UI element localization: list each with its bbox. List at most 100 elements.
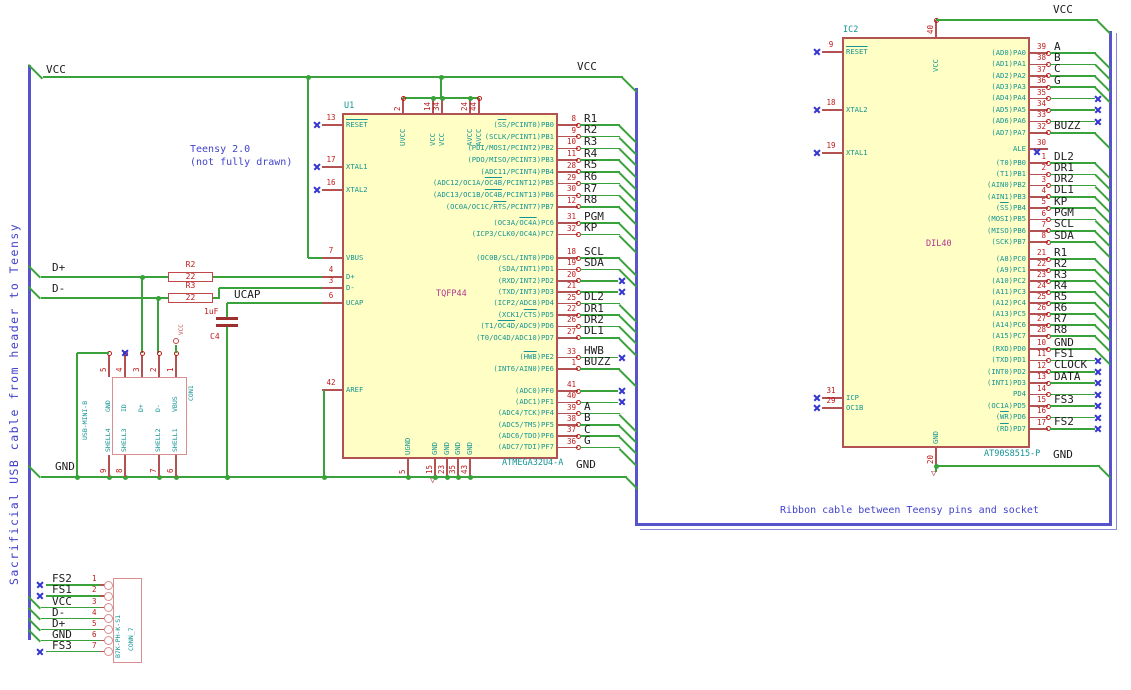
conn7-pin-circle — [104, 625, 113, 634]
pin-number: 9 — [99, 468, 108, 473]
net-label-buzz: BUZZ — [584, 355, 611, 369]
ribbon-bus-bottom — [635, 523, 1112, 526]
conn7-pin-circle — [104, 580, 113, 590]
pin-name: AVCC — [465, 128, 474, 146]
pin-number: 13 — [326, 113, 336, 122]
pin-number: 6 — [166, 468, 175, 473]
no-connect-x-icon — [36, 581, 44, 589]
pin-number: 3 — [328, 276, 334, 285]
pin-end-circle — [139, 350, 145, 356]
wire — [580, 368, 620, 370]
pin-number: 17 — [326, 155, 336, 164]
no-connect-x-icon — [618, 277, 626, 285]
wire — [157, 298, 159, 353]
wire — [1050, 241, 1096, 243]
note-teensy-line2: (not fully drawn) — [190, 157, 293, 168]
wire — [46, 650, 100, 653]
no-connect-x-icon — [121, 349, 129, 357]
pin-number: 15 — [425, 464, 434, 474]
wire — [226, 303, 228, 317]
pin-name: GND — [931, 431, 940, 444]
pin-name: D+ — [137, 404, 145, 412]
wire — [218, 288, 220, 298]
pin-end-circle — [156, 350, 162, 356]
net-label-r8: R8 — [1054, 322, 1068, 336]
pin-name: D+ — [346, 271, 355, 281]
pin-name: XTAL1 — [346, 161, 368, 171]
ic2-reference: IC2 — [843, 25, 859, 35]
pin-number: 1 — [166, 367, 175, 372]
no-connect-x-icon — [36, 592, 44, 600]
pin-name: ID — [120, 404, 128, 412]
pin-number: 6 — [92, 629, 97, 639]
wire — [308, 257, 322, 259]
no-connect-x-icon — [313, 163, 321, 171]
junction-dot — [224, 474, 230, 480]
note-ribbon-cable: Ribbon cable between Teensy pins and soc… — [780, 505, 1039, 516]
pin-name: SHELL1 — [171, 428, 179, 452]
conn7-pin-circle — [104, 591, 113, 601]
wire — [213, 276, 322, 278]
pin-stub — [322, 389, 342, 391]
net-label-kp: KP — [584, 221, 598, 234]
no-connect-x-icon — [1094, 95, 1102, 103]
pin-stub — [322, 257, 342, 259]
pin-stub — [175, 355, 177, 377]
note-sacrificial-usb-cable: Sacrificial USB cable from header to Tee… — [7, 222, 21, 585]
pin-end-circle — [400, 95, 406, 101]
pin-name: ALE — [1013, 143, 1026, 153]
no-connect-x-icon — [313, 121, 321, 129]
no-connect-x-icon — [618, 387, 626, 395]
pin-stub — [322, 124, 342, 126]
pin-name: VCC — [428, 133, 437, 146]
pin-number: 2 — [92, 585, 97, 594]
pin-name: (OC0A/OC1C/RTS/PCINT7)PB7 — [445, 201, 554, 211]
pin-number: 42 — [326, 378, 336, 387]
power-label-vcc-topright: VCC — [1053, 3, 1073, 16]
c4-value: 1uF — [204, 307, 219, 316]
wire — [141, 277, 143, 353]
junction-dot — [439, 95, 445, 101]
wire-diagonal — [621, 77, 637, 93]
net-label-buzz: BUZZ — [1054, 119, 1081, 133]
conn7-reference: CONN_7 — [127, 627, 135, 651]
pin-name: GND — [104, 400, 112, 412]
pin-number: 44 — [469, 101, 478, 111]
power-label-gnd-right: GND — [1053, 448, 1073, 461]
pin-name: AREF — [346, 384, 364, 394]
net-label-ucap: UCAP — [234, 288, 261, 301]
junction-dot — [444, 474, 450, 480]
vcc-symbol-icon — [173, 338, 179, 344]
wire — [936, 465, 1100, 467]
pin-name: (INT6/AIN0)PE6 — [493, 363, 554, 373]
pin-number: 7 — [328, 246, 334, 255]
pin-name: (AD7)PA7 — [991, 127, 1026, 137]
net-label-data: DATA — [1054, 369, 1081, 383]
no-connect-x-icon — [618, 288, 626, 296]
ribbon-box-bottom — [640, 529, 1117, 530]
schematic-canvas: Sacrificial USB cable from header to Tee… — [0, 0, 1131, 690]
pin-name: UGND — [403, 437, 412, 455]
wire — [41, 476, 627, 478]
u1-part-name: ATMEGA32U4-A — [502, 458, 564, 468]
pin-number: 20 — [926, 454, 935, 464]
pin-name: (T0/OC4D/ADC10)PD7 — [476, 332, 554, 342]
wire — [226, 327, 228, 477]
pin-number: 1 — [92, 574, 97, 583]
no-connect-x-icon — [813, 404, 821, 412]
pin-name: GND — [453, 442, 462, 455]
pin-stub — [175, 455, 177, 477]
pin-number: 2 — [149, 367, 158, 372]
wire — [580, 233, 620, 236]
conn7-pin-circle — [104, 636, 113, 645]
power-label-gnd-mid: GND — [576, 458, 596, 471]
power-label-gnd-left: GND — [55, 460, 75, 473]
wire — [1050, 382, 1095, 384]
ribbon-bus-right — [1109, 31, 1112, 526]
no-connect-x-icon — [313, 186, 321, 194]
conn7-pin-circle — [104, 614, 113, 623]
pin-number: 4 — [328, 265, 334, 274]
pin-number: 40 — [926, 24, 935, 34]
pin-name: VBUS — [171, 396, 179, 412]
pin-name: SHELL2 — [154, 428, 162, 452]
